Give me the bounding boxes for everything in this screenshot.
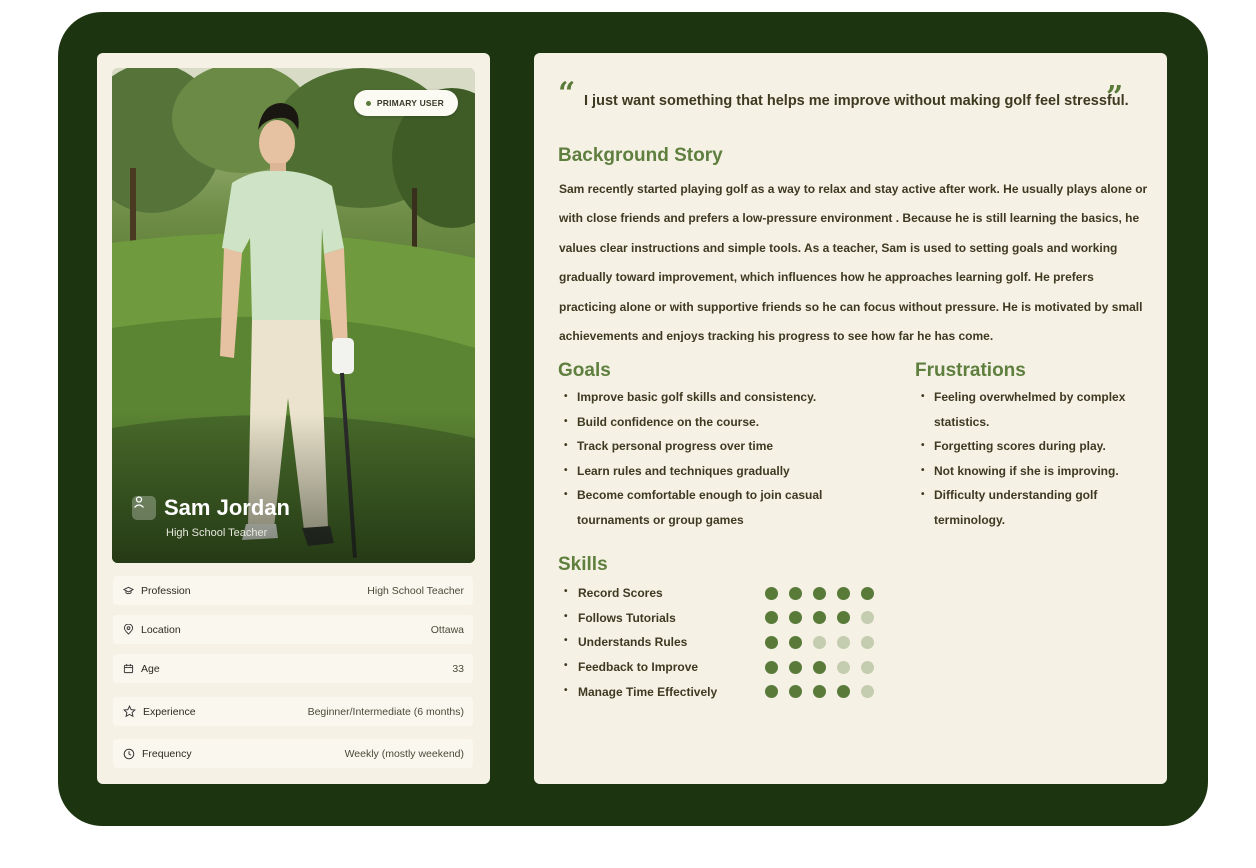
skill-name: Understands Rules: [558, 635, 765, 649]
detail-value: High School Teacher: [367, 584, 464, 597]
skill-rating: [765, 685, 874, 699]
clock-icon: [123, 748, 135, 759]
rating-dot-empty: [861, 685, 874, 699]
background-story-heading: Background Story: [558, 145, 723, 166]
profile-card: PRIMARY USER Sam Jordan High School Teac…: [97, 53, 490, 784]
rating-dot-filled: [789, 635, 802, 649]
location-pin-icon: [123, 624, 134, 635]
detail-label: Profession: [141, 584, 191, 597]
detail-label: Experience: [143, 705, 196, 718]
star-icon: [123, 705, 136, 718]
calendar-icon: [123, 663, 134, 674]
skill-name: Record Scores: [558, 586, 765, 600]
rating-dot-filled: [765, 660, 778, 674]
persona-details-card: “ I just want something that helps me im…: [534, 53, 1167, 784]
goal-item: Track personal progress over time: [558, 434, 858, 459]
detail-label: Frequency: [142, 747, 192, 760]
skills-list: Record Scores Follows Tutorials Understa…: [558, 581, 888, 704]
detail-value: Ottawa: [430, 623, 464, 636]
rating-dot-empty: [837, 660, 850, 674]
background-story-text: Sam recently started playing golf as a w…: [559, 182, 1148, 342]
rating-dot-empty: [813, 635, 826, 649]
detail-value: Beginner/Intermediate (6 months): [307, 705, 464, 718]
frustration-item: Not knowing if she is improving.: [915, 459, 1145, 484]
profile-role: High School Teacher: [166, 527, 268, 539]
frustrations-heading: Frustrations: [915, 360, 1026, 381]
rating-dot-filled: [813, 660, 826, 674]
detail-row-location: Location Ottawa: [113, 615, 473, 644]
rating-dot-filled: [861, 586, 874, 600]
rating-dot-filled: [837, 685, 850, 699]
rating-dot-empty: [861, 660, 874, 674]
badge-dot-icon: [365, 100, 371, 106]
skill-name: Feedback to Improve: [558, 660, 765, 674]
rating-dot-filled: [789, 685, 802, 699]
skill-rating: [765, 586, 874, 600]
skill-name: Follows Tutorials: [558, 611, 765, 625]
rating-dot-filled: [813, 611, 826, 625]
person-icon: [132, 496, 156, 520]
detail-row-frequency: Frequency Weekly (mostly weekend): [113, 739, 473, 768]
rating-dot-empty: [861, 635, 874, 649]
goals-heading: Goals: [558, 360, 611, 381]
skill-row: Feedback to Improve: [558, 655, 888, 680]
goal-item: Improve basic golf skills and consistenc…: [558, 385, 858, 410]
primary-user-badge: PRIMARY USER: [353, 90, 458, 116]
goal-item: Learn rules and techniques gradually: [558, 459, 858, 484]
profile-name-block: Sam Jordan High School Teacher: [132, 495, 290, 539]
detail-row-profession: Profession High School Teacher: [113, 576, 473, 605]
frustration-item: Difficulty understanding golf terminolog…: [915, 483, 1145, 532]
detail-value: Weekly (mostly weekend): [344, 747, 464, 760]
skill-rating: [765, 635, 874, 649]
rating-dot-filled: [837, 586, 850, 600]
rating-dot-filled: [765, 685, 778, 699]
rating-dot-empty: [861, 611, 874, 625]
goals-list: Improve basic golf skills and consistenc…: [558, 385, 858, 533]
rating-dot-filled: [789, 586, 802, 600]
open-quote-icon: “: [558, 76, 576, 111]
persona-quote: “ I just want something that helps me im…: [558, 79, 1138, 119]
skill-row: Understands Rules: [558, 630, 888, 655]
rating-dot-empty: [837, 635, 850, 649]
frustrations-list: Feeling overwhelmed by complex statistic…: [915, 385, 1145, 533]
graduation-cap-icon: [123, 586, 134, 595]
skill-rating: [765, 611, 874, 625]
goal-item: Build confidence on the course.: [558, 410, 858, 435]
skill-row: Record Scores: [558, 581, 888, 606]
profile-name: Sam Jordan: [164, 495, 290, 520]
frustration-item: Feeling overwhelmed by complex statistic…: [915, 385, 1145, 434]
skill-name: Manage Time Effectively: [558, 685, 765, 699]
frustration-item: Forgetting scores during play.: [915, 434, 1145, 459]
rating-dot-filled: [813, 685, 826, 699]
rating-dot-filled: [765, 611, 778, 625]
detail-row-experience: Experience Beginner/Intermediate (6 mont…: [113, 697, 473, 726]
rating-dot-filled: [837, 611, 850, 625]
detail-row-age: Age 33: [113, 654, 473, 683]
detail-label: Location: [141, 623, 181, 636]
rating-dot-filled: [813, 586, 826, 600]
detail-value: 33: [452, 662, 464, 675]
skill-row: Manage Time Effectively: [558, 679, 888, 704]
quote-text: I just want something that helps me impr…: [584, 93, 1129, 109]
photo-shade: [112, 413, 475, 563]
detail-label: Age: [141, 662, 160, 675]
rating-dot-filled: [765, 586, 778, 600]
close-quote-icon: ”: [1106, 80, 1124, 115]
badge-label: PRIMARY USER: [376, 98, 444, 108]
skills-heading: Skills: [558, 554, 608, 575]
rating-dot-filled: [789, 611, 802, 625]
rating-dot-filled: [789, 660, 802, 674]
skill-row: Follows Tutorials: [558, 606, 888, 631]
skill-rating: [765, 660, 874, 674]
goal-item: Become comfortable enough to join casual…: [558, 483, 858, 532]
profile-photo: PRIMARY USER Sam Jordan High School Teac…: [112, 68, 475, 563]
rating-dot-filled: [765, 635, 778, 649]
